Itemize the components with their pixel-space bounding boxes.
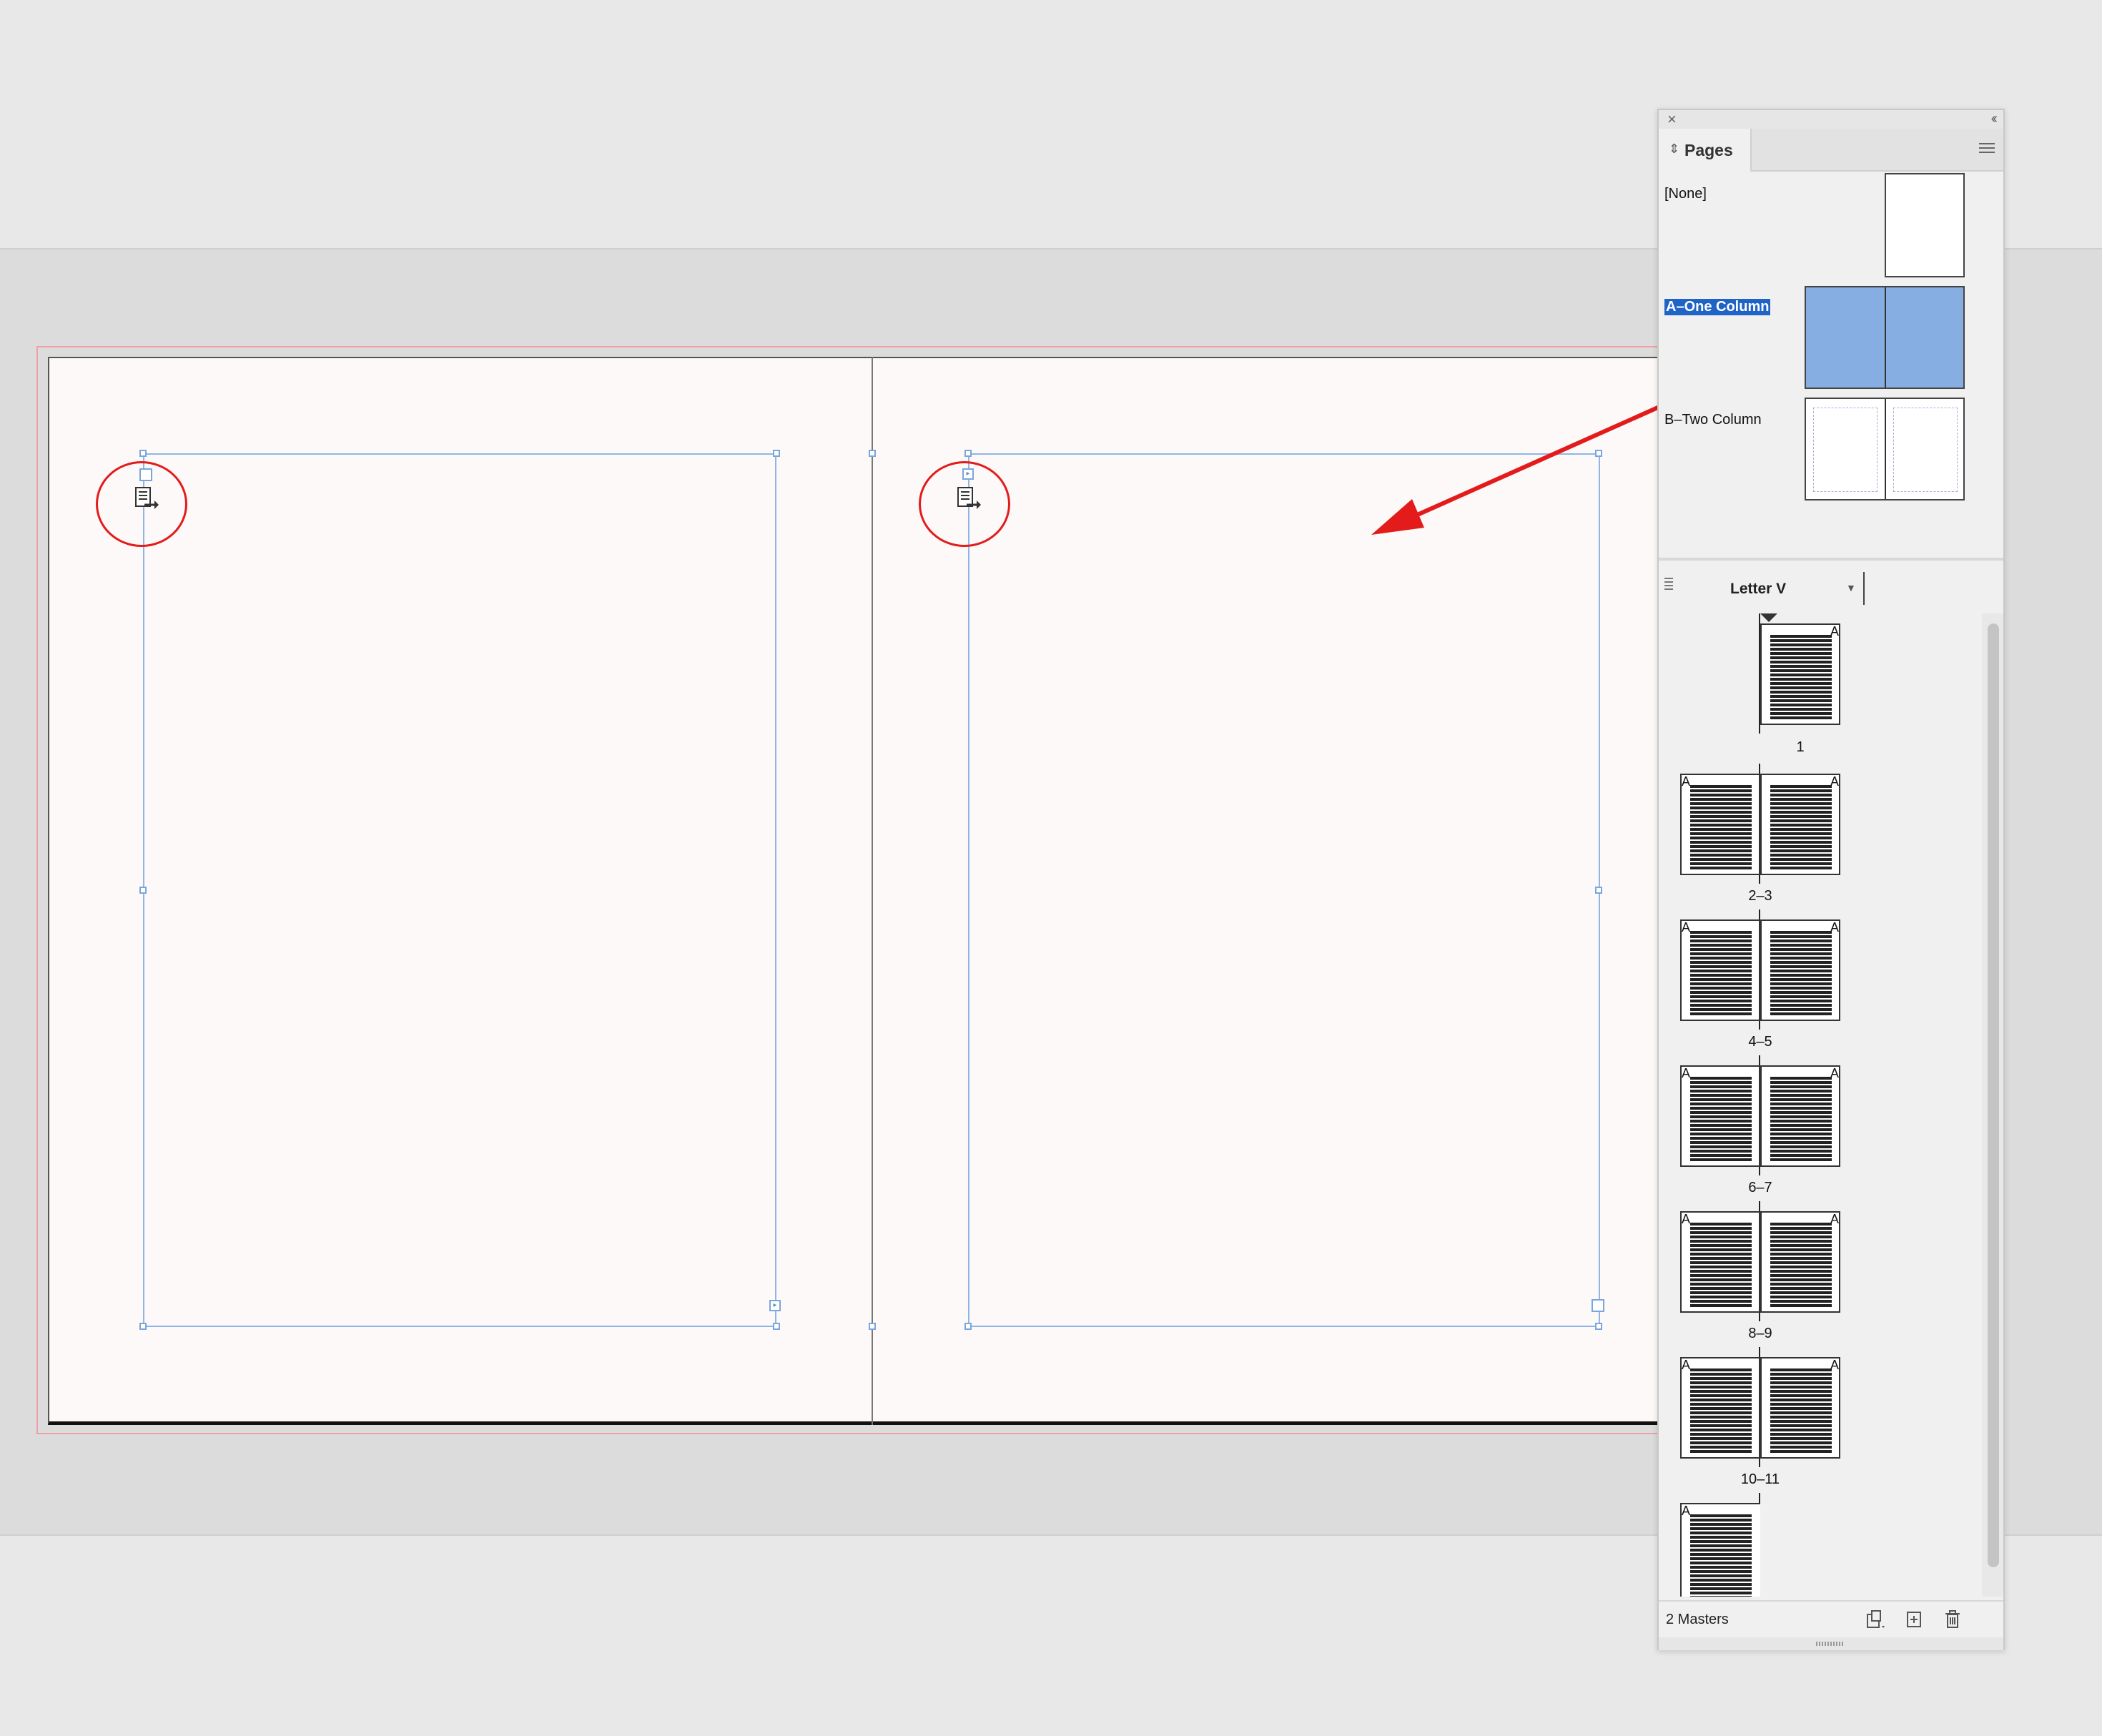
master-b-thumbnail[interactable]	[1805, 398, 1965, 500]
pages-scrollbar[interactable]	[1982, 613, 2003, 1597]
panel-footer: 2 Masters	[1659, 1600, 2003, 1639]
master-letter: A	[1830, 774, 1839, 789]
page-number[interactable]: 4–5	[1717, 1034, 1803, 1050]
double-chevron-left-icon[interactable]: ‹‹	[1991, 111, 1998, 127]
new-page-icon[interactable]	[1903, 1609, 1925, 1630]
master-letter: A	[1682, 1066, 1691, 1080]
page-number[interactable]: 8–9	[1717, 1326, 1803, 1342]
master-letter: A	[1682, 774, 1691, 789]
master-letter: A	[1682, 1212, 1691, 1226]
page-thumbnail[interactable]: A	[1680, 1357, 1760, 1459]
page-thumbnail[interactable]: A	[1680, 1211, 1760, 1313]
panel-tab-bar: ⇕ Pages	[1659, 129, 2003, 172]
panel-title-bar[interactable]: × ‹‹	[1659, 110, 2003, 130]
master-none-thumbnail[interactable]	[1885, 173, 1965, 277]
master-letter: A	[1830, 1358, 1839, 1372]
pages-list[interactable]: A 1 A A 2–3 A A 4–5 A A 6–7 A A 8–9 A A …	[1659, 613, 1980, 1597]
master-letter: A	[1830, 1212, 1839, 1226]
page-thumbnail[interactable]: A	[1680, 1503, 1760, 1597]
panel-resize-grip[interactable]	[1659, 1637, 2003, 1650]
close-icon[interactable]: ×	[1667, 112, 1677, 127]
page-size-bar: Letter V ▼	[1659, 562, 2003, 612]
page-thumbnail[interactable]: A	[1760, 1211, 1840, 1313]
page-number[interactable]: 2–3	[1717, 888, 1803, 904]
page-thumbnail[interactable]: A	[1760, 623, 1840, 725]
page-size-dropdown[interactable]: Letter V	[1730, 581, 1786, 598]
page-number[interactable]: 6–7	[1717, 1180, 1803, 1196]
master-a-thumbnail[interactable]	[1805, 286, 1965, 389]
masters-section: [None] A–One Column B–Two Column	[1659, 172, 2003, 558]
page-thumbnail[interactable]: A	[1680, 919, 1760, 1021]
master-none-label[interactable]: [None]	[1664, 186, 1707, 202]
pages-panel: × ‹‹ ⇕ Pages [None] A–One Column B–Two C…	[1657, 109, 2005, 1650]
page-number[interactable]: 1	[1757, 739, 1843, 756]
master-letter: A	[1682, 1358, 1691, 1372]
master-a-label[interactable]: A–One Column	[1664, 299, 1771, 315]
scroll-thumb[interactable]	[1988, 623, 1999, 1567]
page-thumbnail[interactable]: A	[1760, 774, 1840, 875]
hamburger-menu-icon[interactable]	[1979, 143, 1995, 154]
expand-collapse-icon[interactable]: ⇕	[1669, 142, 1679, 157]
current-page-marker-icon	[1760, 613, 1777, 622]
tab-pages[interactable]: ⇕ Pages	[1659, 129, 1752, 172]
master-letter: A	[1830, 624, 1839, 638]
page-thumbnail[interactable]: A	[1760, 919, 1840, 1021]
edit-page-size-icon[interactable]	[1865, 1609, 1886, 1630]
tab-pages-label: Pages	[1684, 141, 1733, 159]
master-b-label[interactable]: B–Two Column	[1664, 412, 1762, 428]
page-thumbnail[interactable]: A	[1680, 774, 1760, 875]
page-thumbnail[interactable]: A	[1760, 1357, 1840, 1459]
section-divider[interactable]	[1659, 558, 2003, 561]
page-thumbnail[interactable]: A	[1760, 1065, 1840, 1167]
chevron-down-icon[interactable]: ▼	[1846, 582, 1856, 593]
page-thumbnail[interactable]: A	[1680, 1065, 1760, 1167]
master-letter: A	[1682, 920, 1691, 934]
grip-icon	[1664, 578, 1673, 592]
page-count-label: 2 Masters	[1666, 1612, 1729, 1627]
page-number[interactable]: 10–11	[1717, 1471, 1803, 1488]
separator	[1863, 572, 1865, 605]
master-letter: A	[1682, 1504, 1691, 1518]
master-letter: A	[1830, 1066, 1839, 1080]
trash-icon[interactable]	[1942, 1609, 1963, 1630]
master-letter: A	[1830, 920, 1839, 934]
